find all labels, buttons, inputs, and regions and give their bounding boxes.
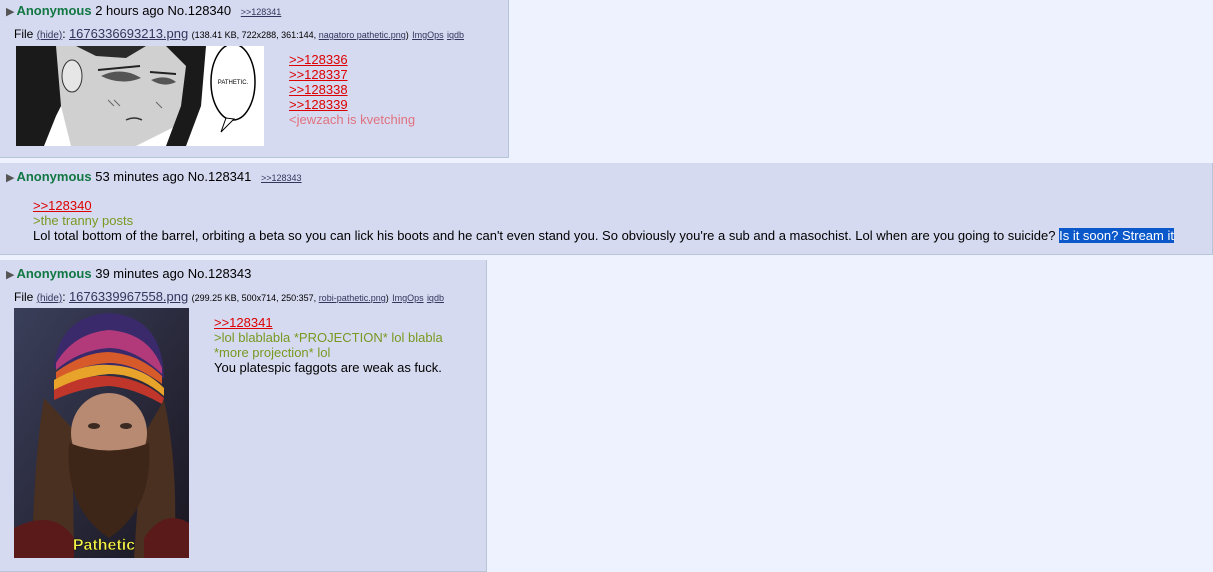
quote-link[interactable]: >>128336: [289, 52, 415, 67]
poster-name: Anonymous: [16, 169, 92, 184]
backlink[interactable]: >>128343: [261, 173, 302, 183]
poster-name: Anonymous: [16, 3, 92, 18]
greentext-line: >the tranny posts: [33, 213, 134, 228]
greentext-line: *more projection* lol: [214, 345, 331, 360]
post-text: Lol total bottom of the barrel, orbiting…: [33, 228, 1174, 243]
post-number[interactable]: No.128341: [188, 169, 252, 184]
backlink[interactable]: >>128341: [241, 7, 282, 17]
quote-link[interactable]: >>128340: [33, 198, 1174, 213]
post-menu-arrow-icon[interactable]: ▶: [6, 6, 14, 18]
post-text: You platespic faggots are weak as fuck.: [214, 360, 442, 375]
post-body: >>128336 >>128337 >>128338 >>128339 <jew…: [289, 52, 415, 127]
post-time: 2 hours ago: [95, 3, 164, 18]
imgops-link[interactable]: ImgOps: [412, 30, 444, 40]
post-menu-arrow-icon[interactable]: ▶: [6, 269, 14, 281]
iqdb-link[interactable]: iqdb: [447, 30, 464, 40]
file-link[interactable]: 1676339967558.png: [69, 289, 188, 304]
post-info: ▶ Anonymous 39 minutes ago No.128343: [6, 266, 251, 281]
photo-image: Pathetic: [14, 308, 189, 558]
iqdb-link[interactable]: iqdb: [427, 293, 444, 303]
quote-link[interactable]: >>128341: [214, 315, 443, 330]
original-filename[interactable]: robi-pathetic.png: [319, 293, 386, 303]
quote-link[interactable]: >>128337: [289, 67, 415, 82]
pinktext-line: <jewzach is kvetching: [289, 112, 416, 127]
hide-file-link[interactable]: (hide): [37, 293, 63, 304]
original-filename[interactable]: nagatoro pathetic.png: [319, 30, 406, 40]
file-label: File: [14, 27, 34, 41]
post-info: ▶ Anonymous 53 minutes ago No.128341 >>12…: [6, 169, 302, 184]
post-body: >>128340 >the tranny posts Lol total bot…: [33, 198, 1174, 243]
selected-text: Is it soon? Stream it: [1059, 228, 1174, 243]
file-info: File (hide): 1676339967558.png (299.25 K…: [14, 289, 444, 304]
post-time: 39 minutes ago: [95, 266, 185, 281]
post-thumbnail[interactable]: Pathetic: [14, 308, 189, 558]
quote-link[interactable]: >>128339: [289, 97, 415, 112]
reply-post: ▶ Anonymous 2 hours ago No.128340 >>12834…: [0, 0, 509, 158]
reply-post: ▶ Anonymous 53 minutes ago No.128341 >>12…: [0, 163, 1213, 255]
reply-post: ▶ Anonymous 39 minutes ago No.128343 File…: [0, 260, 487, 572]
file-meta: (138.41 KB, 722x288, 361:144, nagatoro p…: [191, 30, 409, 40]
poster-name: Anonymous: [16, 266, 92, 281]
post-menu-arrow-icon[interactable]: ▶: [6, 172, 14, 184]
greentext-line: >lol blablabla *PROJECTION* lol blabla: [214, 330, 443, 345]
manga-panel-image: PATHETIC.: [16, 46, 264, 146]
imgops-link[interactable]: ImgOps: [392, 293, 424, 303]
post-info: ▶ Anonymous 2 hours ago No.128340 >>12834…: [6, 3, 281, 18]
post-thumbnail[interactable]: PATHETIC.: [16, 46, 264, 146]
image-caption: Pathetic: [73, 537, 135, 554]
file-info: File (hide): 1676336693213.png (138.41 K…: [14, 26, 464, 41]
file-meta: (299.25 KB, 500x714, 250:357, robi-pathe…: [191, 293, 389, 303]
post-number[interactable]: No.128343: [188, 266, 252, 281]
post-number[interactable]: No.128340: [168, 3, 232, 18]
post-time: 53 minutes ago: [95, 169, 185, 184]
file-label: File: [14, 290, 34, 304]
file-link[interactable]: 1676336693213.png: [69, 26, 188, 41]
post-body: >>128341 >lol blablabla *PROJECTION* lol…: [214, 315, 443, 375]
hide-file-link[interactable]: (hide): [37, 30, 63, 41]
speech-bubble-text: PATHETIC.: [218, 80, 249, 86]
quote-link[interactable]: >>128338: [289, 82, 415, 97]
